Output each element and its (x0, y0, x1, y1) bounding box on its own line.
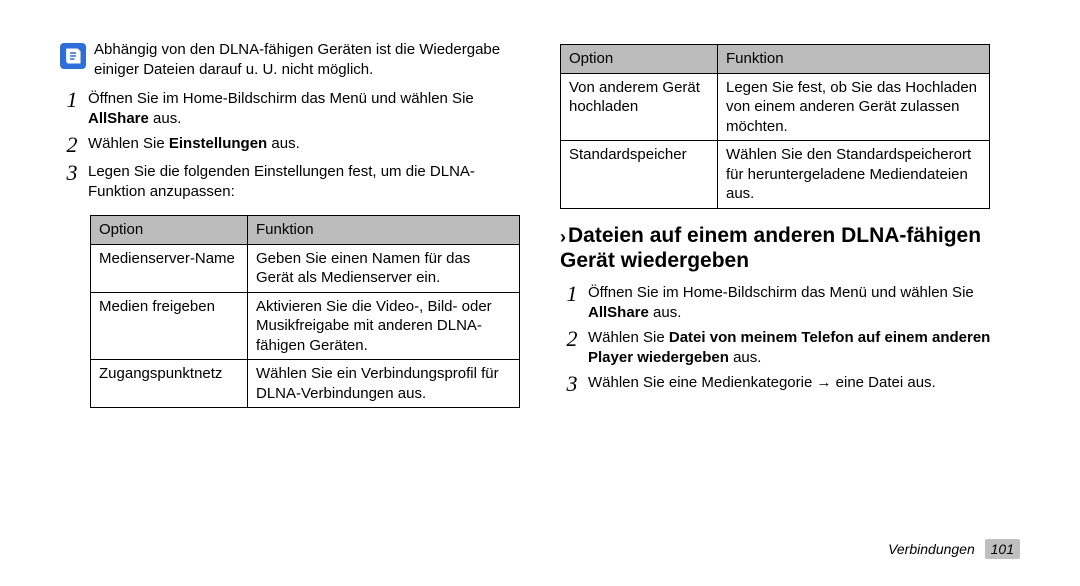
step-text-bold: AllShare (88, 110, 149, 127)
step-text-pre: Öffnen Sie im Home-Bildschirm das Menü u… (588, 284, 974, 301)
footer-section-name: Verbindungen (888, 541, 975, 557)
left-options-table: Option Funktion Medienserver-Name Geben … (90, 215, 520, 408)
step-text-post: aus. (729, 349, 762, 366)
step-number: 3 (560, 373, 584, 395)
section-heading: ›Dateien auf einem anderen DLNA-fähigen … (560, 223, 1020, 274)
step-text: Öffnen Sie im Home-Bildschirm das Menü u… (88, 89, 520, 128)
table-header-option: Option (561, 45, 718, 74)
function-cell: Wählen Sie den Standardspeicherort für h… (718, 141, 990, 209)
table-row: Medien freigeben Aktivieren Sie die Vide… (91, 292, 520, 360)
note-icon (60, 43, 86, 69)
two-column-layout: Abhängig von den DLNA-fähigen Geräten is… (60, 40, 1020, 412)
table-header-function: Funktion (718, 45, 990, 74)
footer-page-number: 101 (985, 539, 1020, 559)
table-header-row: Option Funktion (91, 216, 520, 245)
step-text: Wählen Sie Datei von meinem Telefon auf … (588, 328, 1020, 367)
step-number: 1 (560, 283, 584, 305)
function-cell: Legen Sie fest, ob Sie das Hochladen von… (718, 73, 990, 141)
table-row: Zugangspunktnetz Wählen Sie ein Verbindu… (91, 360, 520, 408)
step-number: 3 (60, 162, 84, 184)
step-item: 1 Öffnen Sie im Home-Bildschirm das Menü… (560, 283, 1020, 322)
function-cell: Geben Sie einen Namen für das Gerät als … (248, 244, 520, 292)
step-item: 2 Wählen Sie Einstellungen aus. (60, 134, 520, 156)
step-text-pre: Wählen Sie (588, 329, 669, 346)
note-callout: Abhängig von den DLNA-fähigen Geräten is… (60, 40, 520, 79)
step-number: 1 (60, 89, 84, 111)
step-number: 2 (60, 134, 84, 156)
option-cell: Medien freigeben (91, 292, 248, 360)
step-text: Legen Sie die folgenden Einstellungen fe… (88, 162, 520, 201)
step-number: 2 (560, 328, 584, 350)
right-options-table: Option Funktion Von anderem Gerät hochla… (560, 44, 990, 209)
step-item: 3 Legen Sie die folgenden Einstellungen … (60, 162, 520, 201)
option-cell: Von anderem Gerät hochladen (561, 73, 718, 141)
function-cell: Aktivieren Sie die Video-, Bild- oder Mu… (248, 292, 520, 360)
step-text-pre: Wählen Sie eine Medienkategorie → eine D… (588, 374, 936, 391)
step-text-bold: AllShare (588, 304, 649, 321)
step-item: 1 Öffnen Sie im Home-Bildschirm das Menü… (60, 89, 520, 128)
left-steps-list: 1 Öffnen Sie im Home-Bildschirm das Menü… (60, 89, 520, 201)
step-text-bold: Einstellungen (169, 135, 267, 152)
step-text: Wählen Sie Einstellungen aus. (88, 134, 520, 154)
note-text: Abhängig von den DLNA-fähigen Geräten is… (94, 40, 520, 79)
option-cell: Medienserver-Name (91, 244, 248, 292)
step-text-pre: Legen Sie die folgenden Einstellungen fe… (88, 163, 475, 200)
left-column: Abhängig von den DLNA-fähigen Geräten is… (60, 40, 520, 412)
table-row: Standardspeicher Wählen Sie den Standard… (561, 141, 990, 209)
table-row: Medienserver-Name Geben Sie einen Namen … (91, 244, 520, 292)
page-root: Abhängig von den DLNA-fähigen Geräten is… (0, 0, 1080, 586)
chevron-right-icon: › (560, 227, 566, 247)
step-text: Öffnen Sie im Home-Bildschirm das Menü u… (588, 283, 1020, 322)
table-header-row: Option Funktion (561, 45, 990, 74)
step-text-post: aus. (649, 304, 682, 321)
section-heading-text: Dateien auf einem anderen DLNA-fähigen G… (560, 224, 981, 273)
page-footer: Verbindungen 101 (888, 540, 1020, 558)
right-steps-list: 1 Öffnen Sie im Home-Bildschirm das Menü… (560, 283, 1020, 395)
table-row: Von anderem Gerät hochladen Legen Sie fe… (561, 73, 990, 141)
step-text: Wählen Sie eine Medienkategorie → eine D… (588, 373, 1020, 393)
step-text-pre: Wählen Sie (88, 135, 169, 152)
step-text-post: aus. (149, 110, 182, 127)
right-column: Option Funktion Von anderem Gerät hochla… (560, 40, 1020, 412)
step-item: 3 Wählen Sie eine Medienkategorie → eine… (560, 373, 1020, 395)
step-text-pre: Öffnen Sie im Home-Bildschirm das Menü u… (88, 90, 474, 107)
step-text-post: aus. (267, 135, 300, 152)
option-cell: Zugangspunktnetz (91, 360, 248, 408)
table-header-function: Funktion (248, 216, 520, 245)
function-cell: Wählen Sie ein Verbindungsprofil für DLN… (248, 360, 520, 408)
table-header-option: Option (91, 216, 248, 245)
step-item: 2 Wählen Sie Datei von meinem Telefon au… (560, 328, 1020, 367)
option-cell: Standardspeicher (561, 141, 718, 209)
